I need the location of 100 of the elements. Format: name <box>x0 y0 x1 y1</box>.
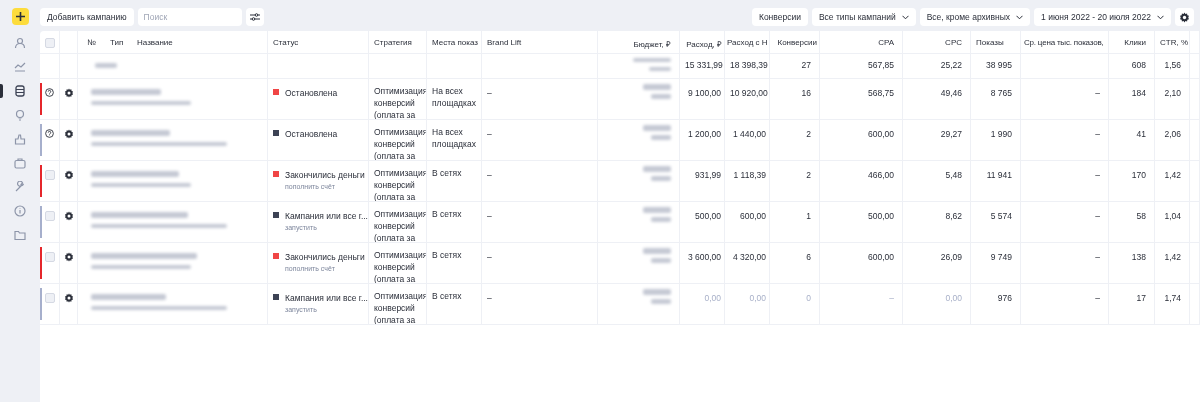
table-cell: 8,62 <box>945 211 962 221</box>
table-cell: 500,00 <box>868 211 894 221</box>
column-header[interactable]: CTR, % <box>1160 38 1188 47</box>
table-cell: 1,42 <box>1164 170 1181 180</box>
blurred-text <box>651 135 671 140</box>
column-header[interactable]: Бюджет, ₽ <box>633 40 671 49</box>
settings-icon[interactable] <box>64 170 74 180</box>
brand-lift-value: – <box>487 129 492 139</box>
settings-icon[interactable] <box>1179 11 1190 23</box>
column-header[interactable]: Brand Lift <box>487 38 522 47</box>
table-cell: 41 <box>1136 129 1146 139</box>
blurred-text <box>651 299 671 304</box>
column-header[interactable]: Название <box>137 38 173 53</box>
settings-icon[interactable] <box>64 88 74 98</box>
column-header[interactable]: Расход, ₽ <box>686 40 722 49</box>
plus-icon <box>15 12 25 21</box>
placement-text: На всех площадках <box>432 86 476 108</box>
brand-lift-value: – <box>487 170 492 180</box>
help-icon[interactable] <box>45 129 54 138</box>
table-cell: 1,74 <box>1164 293 1181 303</box>
checkbox[interactable] <box>45 293 55 303</box>
wrench-icon <box>14 181 26 193</box>
column-header[interactable]: Конверсии <box>777 38 817 47</box>
table-cell: 17 <box>1136 293 1146 303</box>
table-cell: 600,00 <box>868 252 894 262</box>
brand-lift-value: – <box>487 293 492 303</box>
checkbox[interactable] <box>45 38 55 48</box>
table-cell: 1 <box>806 211 811 221</box>
blurred-text <box>643 248 671 254</box>
column-header[interactable]: CPC <box>945 38 962 47</box>
settings-icon[interactable] <box>64 211 74 221</box>
settings-button[interactable] <box>1175 8 1194 26</box>
blurred-text <box>643 289 671 295</box>
filter-button[interactable] <box>245 8 264 26</box>
conversions-button[interactable]: Конверсии <box>751 8 808 26</box>
user-icon <box>14 37 26 49</box>
column-header[interactable]: Клики <box>1124 38 1146 47</box>
blurred-text <box>643 166 671 172</box>
placement-text: В сетях <box>432 250 462 260</box>
dropdown[interactable]: Все, кроме архивных <box>919 8 1031 26</box>
table-cell: 6 <box>806 252 811 262</box>
column-header[interactable]: Ср. цена тыс. показов, <box>1024 38 1104 47</box>
sliders-icon <box>249 12 260 22</box>
strategy-text: Оптимизация конверсий (оплата за <box>374 250 426 283</box>
table-cell: 568,75 <box>868 88 894 98</box>
table-cell: 8 765 <box>990 88 1012 98</box>
table-cell: – <box>1095 252 1100 262</box>
blurred-text <box>643 84 671 90</box>
search-field[interactable]: Поиск <box>137 8 242 26</box>
table-cell: 1 440,00 <box>732 129 766 139</box>
table-cell: 2 <box>806 170 811 180</box>
blurred-text <box>633 58 671 62</box>
table-cell: 1 200,00 <box>687 129 721 139</box>
table-cell: 0,00 <box>704 293 721 303</box>
table-cell: 0 <box>806 293 811 303</box>
table-cell: 2 <box>806 129 811 139</box>
blurred-text <box>651 258 671 263</box>
table-cell: 1 990 <box>990 129 1012 139</box>
strategy-text: Оптимизация конверсий (оплата за <box>374 209 426 242</box>
table-cell: 10 920,00 <box>730 88 768 98</box>
table-cell: 5,48 <box>945 170 962 180</box>
status-label: Кампания или все г... <box>273 293 368 303</box>
dropdown[interactable]: Все типы кампаний <box>811 8 916 26</box>
table-cell: 29,27 <box>940 129 962 139</box>
table-cell: 49,46 <box>940 88 962 98</box>
table-cell: 16 <box>801 88 811 98</box>
settings-icon[interactable] <box>64 129 74 139</box>
column-header[interactable]: Статус <box>273 38 299 47</box>
column-header[interactable]: № <box>83 38 110 53</box>
settings-icon[interactable] <box>64 293 74 303</box>
brand-lift-value: – <box>487 211 492 221</box>
briefcase-icon <box>14 157 26 169</box>
add-campaign-button[interactable]: Добавить кампанию <box>40 8 134 26</box>
checkbox[interactable] <box>45 211 55 221</box>
checkbox[interactable] <box>45 170 55 180</box>
add-button[interactable] <box>11 8 29 25</box>
total-value: 27 <box>801 60 811 70</box>
blurred-text <box>651 217 671 222</box>
column-header[interactable]: Расход с Н <box>727 38 768 47</box>
column-header[interactable]: Места показ <box>432 38 478 47</box>
status-label: Остановлена <box>273 88 338 98</box>
help-icon[interactable] <box>45 88 54 97</box>
checkbox[interactable] <box>45 252 55 262</box>
blurred-text <box>643 125 671 131</box>
total-value: 567,85 <box>868 60 894 70</box>
table-cell: 2,06 <box>1164 129 1181 139</box>
status-label: Закончились деньги <box>273 170 365 180</box>
dropdown[interactable]: 1 июня 2022 - 20 июля 2022 <box>1034 8 1171 26</box>
strategy-text: Оптимизация конверсий (оплата за <box>374 86 426 119</box>
column-header[interactable]: Тип <box>110 38 137 53</box>
column-header[interactable]: Стратегия <box>374 38 412 47</box>
column-header[interactable]: CPA <box>878 38 894 47</box>
column-header[interactable]: Показы <box>976 38 1004 47</box>
strategy-text: Оптимизация конверсий (оплата за <box>374 291 426 324</box>
info-icon <box>14 205 26 217</box>
settings-icon[interactable] <box>64 252 74 262</box>
table-cell: 1 118,39 <box>733 170 766 180</box>
chevron-down-icon <box>1157 14 1164 20</box>
chart-icon <box>14 61 26 73</box>
thumbs-up-icon <box>14 133 26 145</box>
